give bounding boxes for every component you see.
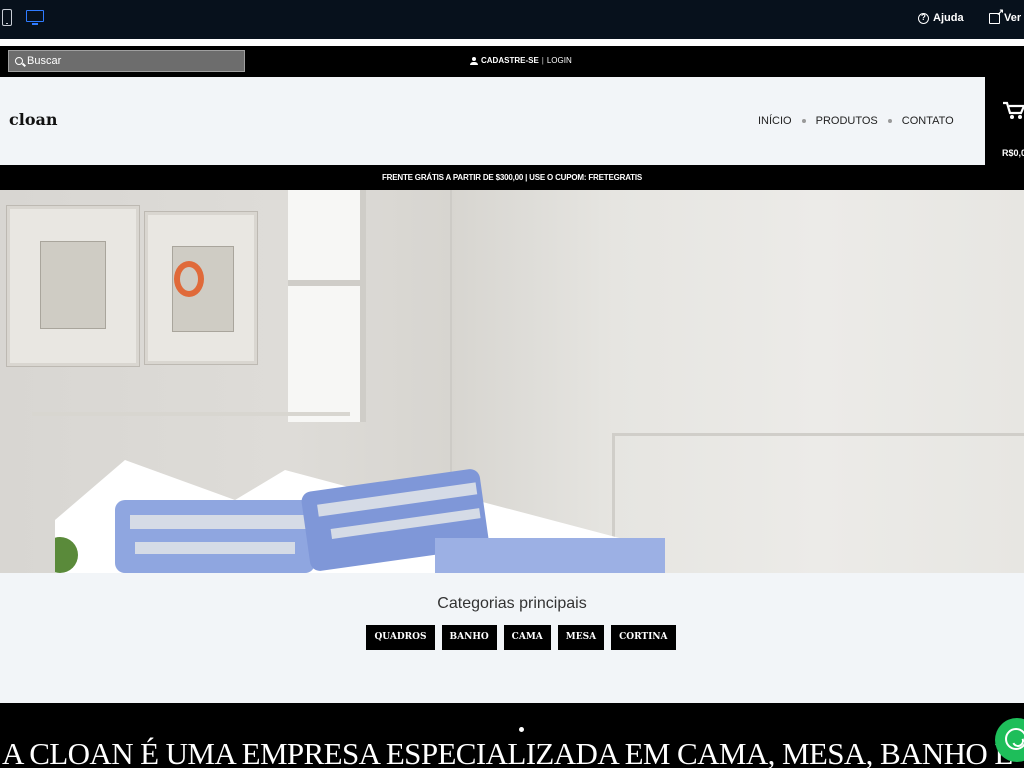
cart-total: R$0,00 — [1002, 148, 1024, 158]
hero-bed — [55, 460, 665, 573]
main-nav: INÍCIO PRODUTOS CONTATO — [758, 115, 954, 127]
external-link-icon — [989, 7, 1004, 24]
store-top-strip: CADASTRE-SE | LOGIN — [0, 46, 1024, 77]
account-links: CADASTRE-SE | LOGIN — [470, 56, 572, 65]
category-mesa[interactable]: MESA — [557, 625, 605, 650]
hero-window — [288, 190, 366, 422]
cart-button[interactable]: R$0,00 — [985, 77, 1024, 165]
categories-title: Categorias principais — [437, 595, 587, 612]
store-header: cloan INÍCIO PRODUTOS CONTATO R$0,00 — [0, 77, 1024, 165]
nav-separator — [801, 119, 806, 123]
category-buttons: QUADROS BANHO CAMA MESA CORTINA — [0, 625, 1024, 650]
login-link[interactable]: LOGIN — [547, 56, 572, 65]
register-link[interactable]: CADASTRE-SE — [481, 56, 539, 65]
help-link[interactable]: ? Ajuda — [918, 12, 964, 24]
category-cama[interactable]: CAMA — [503, 625, 551, 650]
view-link[interactable]: Ver — [989, 7, 1022, 24]
hero-wall-panel — [612, 433, 1024, 573]
search-box[interactable] — [8, 50, 245, 72]
help-icon: ? — [918, 12, 929, 24]
about-section: A CLOAN É UMA EMPRESA ESPECIALIZADA EM C… — [0, 703, 1024, 768]
wall-frame-left — [7, 206, 139, 366]
category-cortina[interactable]: CORTINA — [611, 625, 676, 650]
promo-bar: FRENTE GRÁTIS A PARTIR DE $300,00 | USE … — [0, 165, 1024, 190]
editor-top-bar: ? Ajuda Ver — [0, 0, 1024, 39]
help-label: Ajuda — [933, 12, 964, 24]
category-banho[interactable]: BANHO — [441, 625, 497, 650]
nav-contact[interactable]: CONTATO — [902, 115, 954, 127]
view-label: Ver — [1004, 12, 1022, 24]
search-icon — [15, 57, 23, 65]
user-icon — [470, 56, 478, 65]
nav-products[interactable]: PRODUTOS — [816, 115, 878, 127]
store-logo[interactable]: cloan — [9, 110, 58, 129]
nav-home[interactable]: INÍCIO — [758, 115, 792, 127]
desktop-icon[interactable] — [26, 10, 44, 25]
slider-dot[interactable] — [519, 727, 524, 732]
search-input[interactable] — [27, 55, 227, 67]
cart-icon — [1003, 101, 1024, 119]
category-quadros[interactable]: QUADROS — [366, 625, 435, 650]
whatsapp-icon — [1005, 728, 1024, 750]
frame-gap — [0, 39, 1024, 46]
wall-frame-right — [145, 212, 257, 364]
mobile-icon[interactable] — [2, 9, 12, 26]
account-separator: | — [541, 56, 544, 65]
nav-separator — [887, 119, 892, 123]
about-heading: A CLOAN É UMA EMPRESA ESPECIALIZADA EM C… — [2, 736, 1013, 768]
main-categories: Categorias principais QUADROS BANHO CAMA… — [0, 573, 1024, 703]
hero-banner[interactable] — [0, 190, 1024, 573]
